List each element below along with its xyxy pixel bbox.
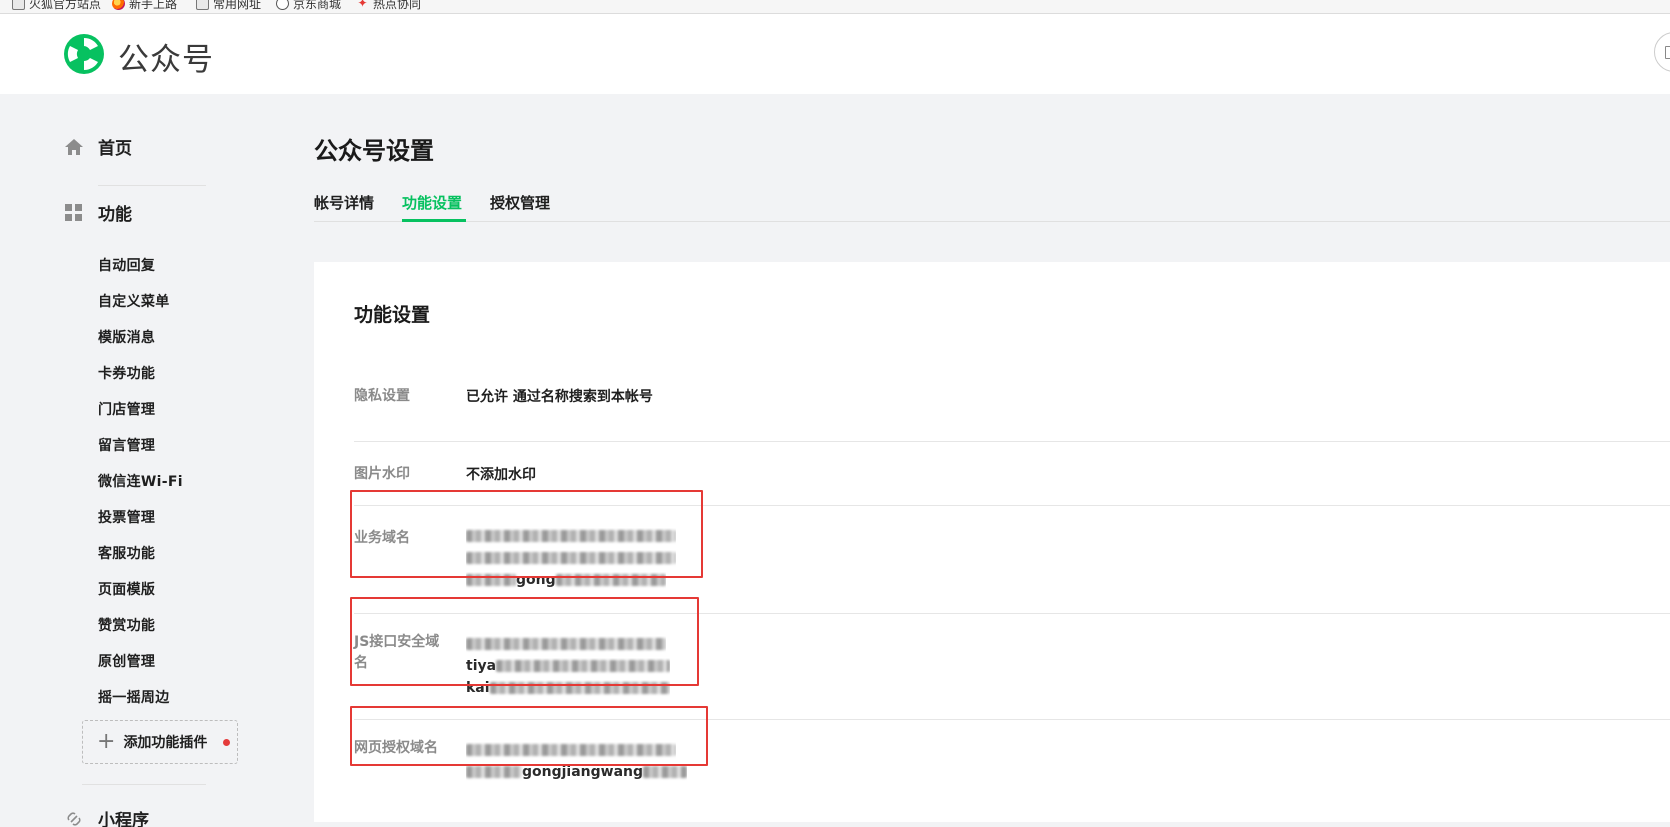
sidebar-subitem-shake[interactable]: 摇一摇周边 [98, 687, 170, 707]
sidebar-subitem-customer-service[interactable]: 客服功能 [98, 543, 155, 563]
notification-dot [223, 738, 231, 746]
sidebar-subitem-comments[interactable]: 留言管理 [98, 435, 155, 455]
bookmark-item[interactable]: 京东商城 [276, 0, 341, 12]
sidebar-subitem-page-templates[interactable]: 页面模版 [98, 579, 155, 599]
sidebar-subitem-custom-menu[interactable]: 自定义菜单 [98, 291, 170, 311]
tab-account-details[interactable]: 帐号详情 [314, 192, 374, 213]
globe-icon [276, 0, 289, 10]
sidebar-subitem-cards[interactable]: 卡券功能 [98, 363, 155, 383]
sidebar-item-label: 小程序 [98, 811, 149, 827]
add-plugin-button[interactable]: + 添加功能插件 [82, 720, 238, 764]
sidebar-subitem-rewards[interactable]: 赞赏功能 [98, 615, 155, 635]
sidebar-subitem-wifi[interactable]: 微信连Wi-Fi [98, 471, 183, 491]
sidebar-subitem-template-message[interactable]: 模版消息 [98, 327, 155, 347]
page-title: 公众号设置 [314, 137, 434, 165]
setting-value: 不添加水印 [466, 467, 536, 483]
sidebar-subitem-auto-reply[interactable]: 自动回复 [98, 255, 155, 275]
redacted-domain: gongjiangwang [466, 764, 688, 784]
sidebar-item-label: 功能 [98, 205, 132, 225]
plus-icon: + [97, 729, 116, 754]
sidebar-subitem-stores[interactable]: 门店管理 [98, 399, 155, 419]
sidebar-item-features[interactable]: 功能 [64, 200, 132, 225]
setting-value: 已允许 通过名称搜索到本帐号 [466, 389, 653, 405]
link-icon [67, 811, 81, 826]
brand-title[interactable]: 公众号 [118, 34, 214, 79]
sidebar-item-miniprogram[interactable]: 小程序 [64, 806, 149, 827]
sidebar-subitem-votes[interactable]: 投票管理 [98, 507, 155, 527]
folder-icon [12, 0, 25, 10]
highlight-box [350, 706, 708, 766]
bookmarks-bar: 火狐官方站点 新手上路 常用网址 京东商城 ✦ 热点协同 [0, 0, 1670, 14]
grid-icon [65, 203, 82, 221]
wechat-mp-logo[interactable] [62, 32, 106, 76]
active-tab-indicator [402, 219, 466, 222]
sidebar: 首页 功能 自动回复 自定义菜单 模版消息 卡券功能 门店管理 留言管理 微信连… [0, 94, 260, 827]
folder-icon [196, 0, 209, 10]
bookmark-item[interactable]: ✦ 热点协同 [356, 0, 421, 12]
sidebar-item-home[interactable]: 首页 [64, 134, 132, 159]
setting-row-privacy: 隐私设置 已允许 通过名称搜索到本帐号 [354, 362, 1670, 442]
sidebar-item-label: 首页 [98, 139, 132, 159]
home-icon [65, 138, 83, 155]
divider [82, 784, 206, 785]
bookmark-item[interactable]: 常用网址 [196, 0, 261, 12]
setting-label: 图片水印 [354, 466, 410, 482]
top-header: 公众号 [0, 14, 1670, 94]
sidebar-subitem-original[interactable]: 原创管理 [98, 651, 155, 671]
bookmark-item[interactable]: 新手上路 [112, 0, 177, 12]
card-title: 功能设置 [354, 304, 431, 326]
tab-authorization[interactable]: 授权管理 [490, 192, 550, 213]
mail-icon[interactable] [1654, 32, 1670, 72]
bookmark-item[interactable]: 火狐官方站点 [12, 0, 101, 12]
divider [98, 185, 206, 186]
firefox-icon [112, 0, 125, 10]
fire-icon: ✦ [357, 0, 368, 10]
setting-label: 隐私设置 [354, 388, 410, 404]
tab-bar: 帐号详情 功能设置 授权管理 [314, 190, 1670, 222]
highlight-box [350, 597, 699, 686]
highlight-box [350, 490, 703, 578]
tab-feature-settings[interactable]: 功能设置 [402, 192, 462, 213]
